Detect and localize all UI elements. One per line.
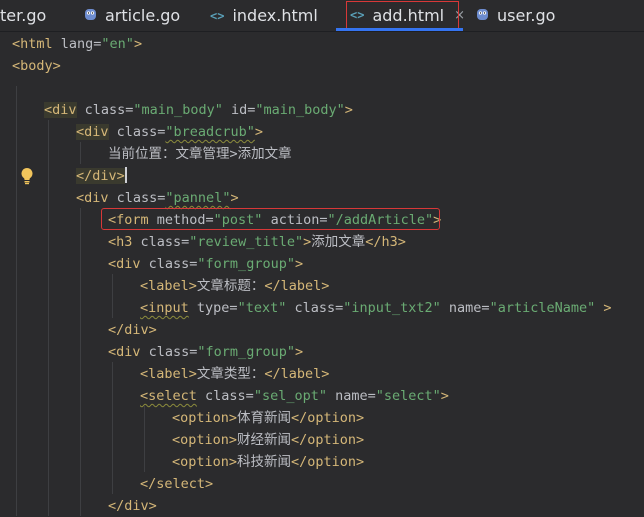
lightbulb-icon[interactable] [20, 167, 34, 185]
gopher-icon [476, 6, 489, 25]
html-tag-icon: <> [210, 8, 225, 23]
code-line[interactable]: </select> [140, 473, 213, 495]
gopher-icon [84, 6, 97, 25]
indent-guide [16, 86, 17, 516]
tab-label: article.go [105, 6, 181, 25]
active-tab-highlight [346, 1, 459, 29]
indent-guide [48, 120, 49, 516]
code-line[interactable]: <div class="main_body" id="main_body"> [44, 99, 353, 121]
indent-guide [80, 142, 81, 164]
form-line-highlight [101, 208, 440, 230]
code-line[interactable]: <body> [12, 55, 61, 77]
code-line[interactable]: <div class="breadcrub"> [76, 121, 263, 143]
code-line[interactable]: <label>文章标题：</label> [140, 275, 329, 297]
text-cursor [124, 167, 127, 183]
code-line[interactable]: <h3 class="review_title">添加文章</h3> [108, 231, 406, 253]
tab-label: user.go [497, 6, 556, 25]
code-line[interactable]: <option>科技新闻</option> [172, 451, 364, 473]
tab-label: ter.go [0, 6, 47, 25]
code-line[interactable]: <input type="text" class="input_txt2" na… [140, 297, 612, 319]
indent-guide [112, 362, 113, 494]
tab-label: index.html [232, 6, 318, 25]
code-line[interactable]: <label>文章类型：</label> [140, 363, 329, 385]
code-line[interactable]: </div> [76, 165, 127, 187]
active-tab-underline [336, 28, 463, 31]
code-line[interactable]: <html lang="en"> [12, 33, 142, 55]
code-line[interactable]: <select class="sel_opt" name="select"> [140, 385, 449, 407]
code-line[interactable]: <option>体育新闻</option> [172, 407, 364, 429]
code-line[interactable]: 当前位置：文章管理>添加文章 [108, 143, 292, 165]
code-line[interactable]: <option>财经新闻</option> [172, 429, 364, 451]
code-line[interactable]: <div class="form_group"> [108, 253, 303, 275]
code-line[interactable]: </div> [108, 495, 157, 517]
tab-index-html[interactable]: <> index.html [210, 0, 318, 31]
tab-article-go[interactable]: article.go [84, 0, 180, 31]
tab-user-go[interactable]: user.go [476, 0, 555, 31]
indent-guide [112, 274, 113, 318]
editor-tab-bar: ter.go article.go <> index.html <> add.h… [0, 0, 644, 32]
code-line[interactable]: <div class="pannel"> [76, 187, 239, 209]
tab-router-go[interactable]: ter.go [0, 0, 46, 31]
indent-guide [80, 208, 81, 516]
code-line[interactable]: </div> [108, 319, 157, 341]
code-line[interactable]: <div class="form_group"> [108, 341, 303, 363]
indent-guide [144, 406, 145, 472]
